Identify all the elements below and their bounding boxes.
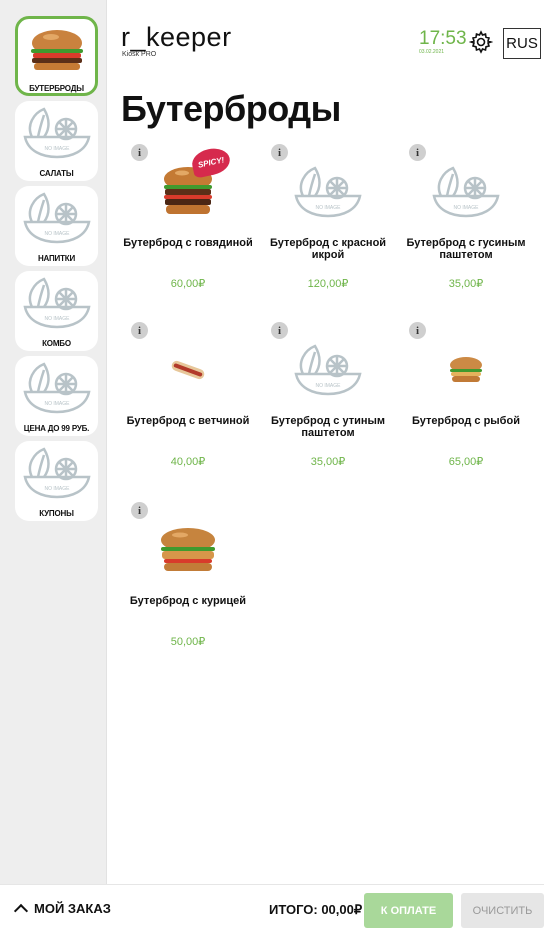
- brand-subtitle: Kiosk PRO: [122, 51, 157, 58]
- no-image-icon: NO IMAGE: [283, 152, 373, 232]
- sidebar-item-label: КОМБО: [42, 339, 71, 348]
- svg-text:NO IMAGE: NO IMAGE: [315, 205, 341, 211]
- language-button[interactable]: RUS: [503, 28, 541, 59]
- no-image-icon: NO IMAGE: [22, 192, 92, 244]
- product-card[interactable]: i Бутерброд с рыбой 65,00₽: [401, 320, 531, 490]
- ham-wrap-image: [143, 330, 233, 410]
- clock-time: 17:53: [419, 28, 467, 49]
- product-name: Бутерброд с говядиной: [123, 237, 253, 249]
- product-card[interactable]: i Бутерброд с говядиной 60,00₽: [123, 142, 253, 312]
- product-price: 120,00₽: [307, 278, 349, 290]
- product-price: 35,00₽: [448, 278, 484, 290]
- sidebar-item-coupons[interactable]: NO IMAGE КУПОНЫ: [15, 441, 98, 521]
- sidebar-item-sandwiches[interactable]: БУТЕРБРОДЫ: [15, 16, 98, 96]
- product-name: Бутерброд с рыбой: [412, 415, 520, 427]
- product-price: 35,00₽: [310, 456, 346, 468]
- order-total: ИТОГО: 00,00₽: [269, 902, 363, 917]
- product-price: 65,00₽: [448, 456, 484, 468]
- clear-button[interactable]: ОЧИСТИТЬ: [461, 893, 544, 928]
- product-name: Бутерброд с красной икрой: [269, 237, 387, 261]
- my-order-toggle[interactable]: МОЙ ЗАКАЗ: [13, 901, 111, 919]
- svg-text:NO IMAGE: NO IMAGE: [315, 383, 341, 389]
- fish-burger-image: [421, 330, 511, 410]
- no-image-icon: NO IMAGE: [22, 447, 92, 499]
- sidebar-item-drinks[interactable]: NO IMAGE НАПИТКИ: [15, 186, 98, 266]
- product-card[interactable]: i Бутерброд с ветчиной 40,00₽: [123, 320, 253, 490]
- product-name: Бутерброд с курицей: [129, 595, 247, 607]
- svg-text:NO IMAGE: NO IMAGE: [44, 486, 70, 492]
- sidebar-item-under-99[interactable]: NO IMAGE ЦЕНА ДО 99 РУБ.: [15, 356, 98, 436]
- svg-text:NO IMAGE: NO IMAGE: [453, 205, 479, 211]
- product-card[interactable]: i Бутерброд с курицей 50,00₽: [123, 500, 253, 670]
- sidebar-item-label: ЦЕНА ДО 99 РУБ.: [23, 424, 90, 433]
- svg-text:NO IMAGE: NO IMAGE: [44, 316, 70, 322]
- product-name: Бутерброд с ветчиной: [126, 415, 250, 427]
- no-image-icon: NO IMAGE: [22, 107, 92, 159]
- chevron-up-icon: [13, 903, 29, 919]
- no-image-icon: NO IMAGE: [421, 152, 511, 232]
- product-card[interactable]: i NO IMAGE Бутерброд с красной икрой 120…: [263, 142, 393, 312]
- product-price: 60,00₽: [170, 278, 206, 290]
- no-image-icon: NO IMAGE: [283, 330, 373, 410]
- sidebar-item-salads[interactable]: NO IMAGE САЛАТЫ: [15, 101, 98, 181]
- sidebar-item-label: САЛАТЫ: [39, 169, 74, 178]
- sidebar-item-label: БУТЕРБРОДЫ: [29, 84, 84, 93]
- sidebar-item-label: НАПИТКИ: [37, 254, 76, 263]
- product-card[interactable]: i NO IMAGE Бутерброд с утиным паштетом 3…: [263, 320, 393, 490]
- brand-logo: r_keeper: [121, 22, 232, 52]
- svg-text:NO IMAGE: NO IMAGE: [44, 231, 70, 237]
- sandwich-image: [22, 25, 92, 74]
- product-price: 40,00₽: [170, 456, 206, 468]
- sidebar-item-combo[interactable]: NO IMAGE КОМБО: [15, 271, 98, 351]
- product-card[interactable]: i NO IMAGE Бутерброд с гусиным паштетом …: [401, 142, 531, 312]
- product-name: Бутерброд с гусиным паштетом: [406, 237, 526, 261]
- svg-text:NO IMAGE: NO IMAGE: [44, 401, 70, 407]
- product-price: 50,00₽: [170, 636, 206, 648]
- my-order-label: МОЙ ЗАКАЗ: [34, 901, 111, 916]
- svg-text:NO IMAGE: NO IMAGE: [44, 146, 70, 152]
- category-sidebar: БУТЕРБРОДЫ NO IMAGE САЛАТЫ NO IMAGE НАПИ…: [0, 0, 107, 884]
- order-footer: МОЙ ЗАКАЗ ИТОГО: 00,00₽ К ОПЛАТЕ ОЧИСТИТ…: [0, 884, 544, 931]
- no-image-icon: NO IMAGE: [22, 277, 92, 329]
- sidebar-item-label: КУПОНЫ: [39, 509, 74, 518]
- chicken-burger-image: [143, 510, 233, 590]
- no-image-icon: NO IMAGE: [22, 362, 92, 414]
- pay-button[interactable]: К ОПЛАТЕ: [364, 893, 453, 928]
- gear-icon[interactable]: [468, 30, 494, 54]
- page-title: Бутерброды: [121, 88, 341, 129]
- clock-date: 03.02.2021: [419, 49, 445, 55]
- product-name: Бутерброд с утиным паштетом: [270, 415, 386, 439]
